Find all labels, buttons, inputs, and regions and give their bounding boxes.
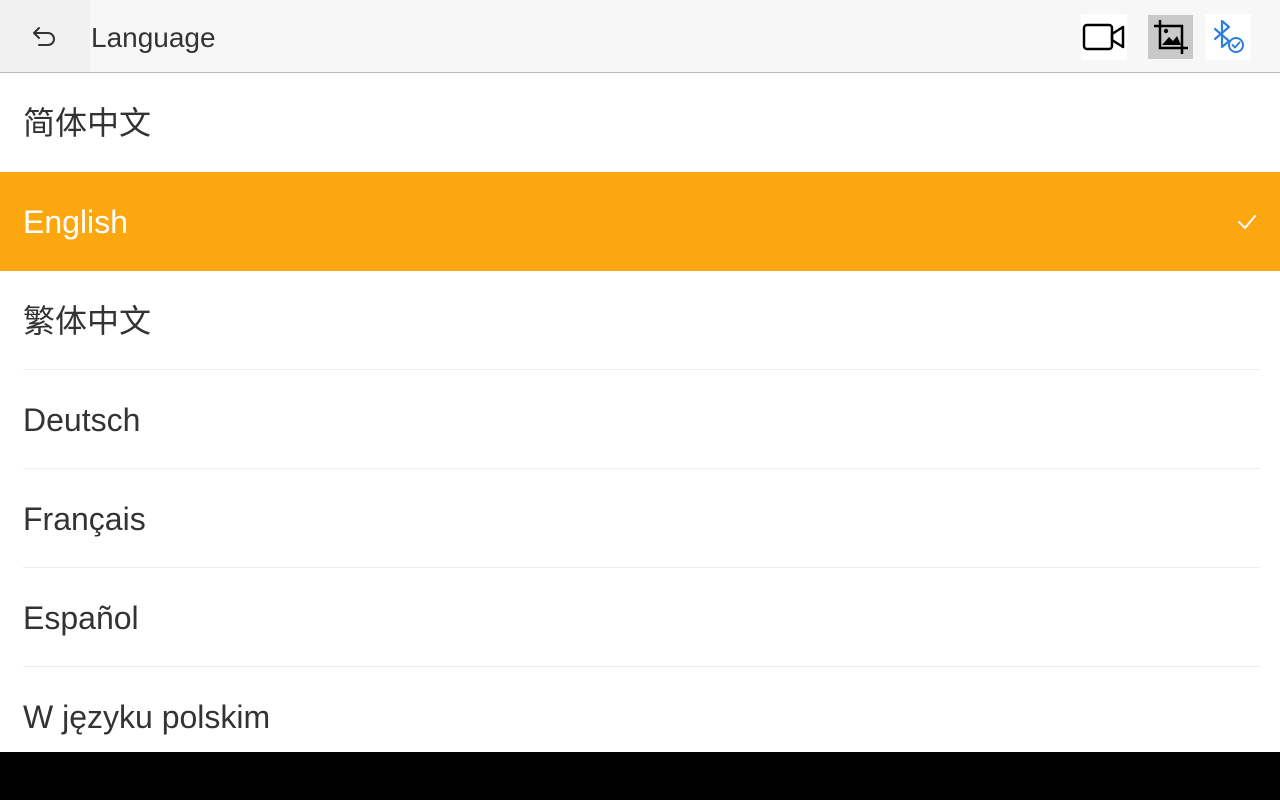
checkmark-icon — [1238, 214, 1256, 229]
language-item-polish[interactable]: W języku polskim — [0, 667, 1280, 752]
screenshot-crop-button[interactable] — [1148, 15, 1193, 59]
language-label: W języku polskim — [23, 698, 271, 735]
language-label: English — [23, 203, 128, 240]
bluetooth-connected-icon — [1213, 19, 1244, 53]
crop-image-icon — [1153, 20, 1188, 54]
language-label: 简体中文 — [23, 104, 152, 141]
video-record-button[interactable] — [1081, 14, 1127, 60]
system-navigation-bar — [0, 752, 1280, 800]
language-item-spanish[interactable]: Español — [0, 568, 1280, 667]
back-button[interactable] — [0, 0, 90, 72]
app-header: Language — [0, 0, 1280, 73]
language-item-french[interactable]: Français — [0, 469, 1280, 568]
bluetooth-button[interactable] — [1205, 14, 1251, 60]
language-label: Deutsch — [23, 401, 141, 438]
back-arrow-icon — [33, 27, 55, 46]
language-item-german[interactable]: Deutsch — [0, 370, 1280, 469]
language-item-english[interactable]: English — [0, 172, 1280, 271]
language-settings-screen: Language 简体中文 English 繁体中文 Deutsch Franç… — [0, 0, 1280, 752]
video-camera-icon — [1082, 23, 1125, 51]
language-item-traditional-chinese[interactable]: 繁体中文 — [0, 271, 1280, 370]
language-label: Español — [23, 599, 139, 636]
page-title: Language — [91, 22, 216, 53]
language-item-simplified-chinese[interactable]: 简体中文 — [0, 73, 1280, 172]
language-label: 繁体中文 — [23, 302, 152, 339]
language-list: 简体中文 English 繁体中文 Deutsch Français Españ… — [0, 73, 1280, 752]
language-label: Français — [23, 500, 146, 537]
